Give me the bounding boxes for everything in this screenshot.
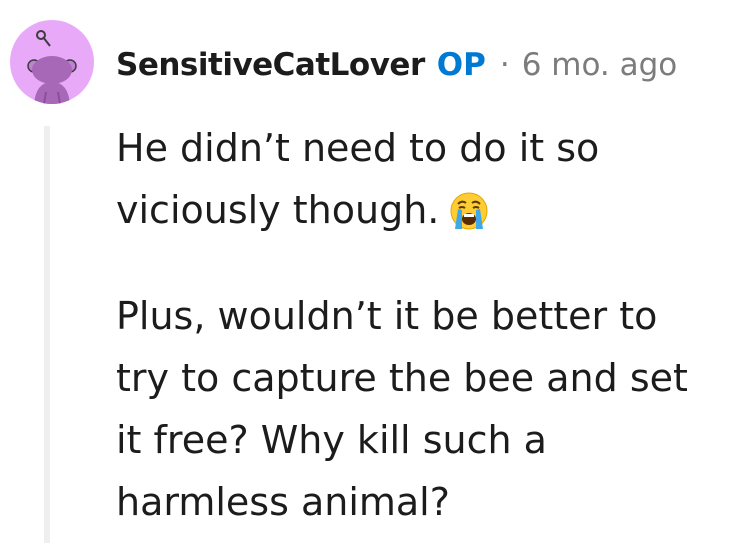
comment-paragraph-text: He didn’t need to do it so viciously tho…	[116, 126, 600, 232]
thread-line[interactable]	[44, 126, 50, 543]
user-avatar[interactable]	[10, 20, 94, 104]
loudly-crying-face-icon	[449, 187, 489, 230]
snoo-avatar-icon	[27, 30, 77, 104]
comment-body: He didn’t need to do it so viciously tho…	[116, 117, 716, 533]
meta-separator: ·	[499, 47, 510, 83]
comment-paragraph: Plus, wouldn’t it be better to try to ca…	[116, 294, 688, 524]
comment-timestamp[interactable]: 6 mo. ago	[522, 47, 678, 83]
author-username[interactable]: SensitiveCatLover	[116, 47, 425, 83]
comment-paragraph: He didn’t need to do it so viciously tho…	[116, 117, 716, 241]
op-badge: OP	[436, 47, 486, 83]
comment-header: SensitiveCatLover OP · 6 mo. ago	[116, 40, 677, 90]
